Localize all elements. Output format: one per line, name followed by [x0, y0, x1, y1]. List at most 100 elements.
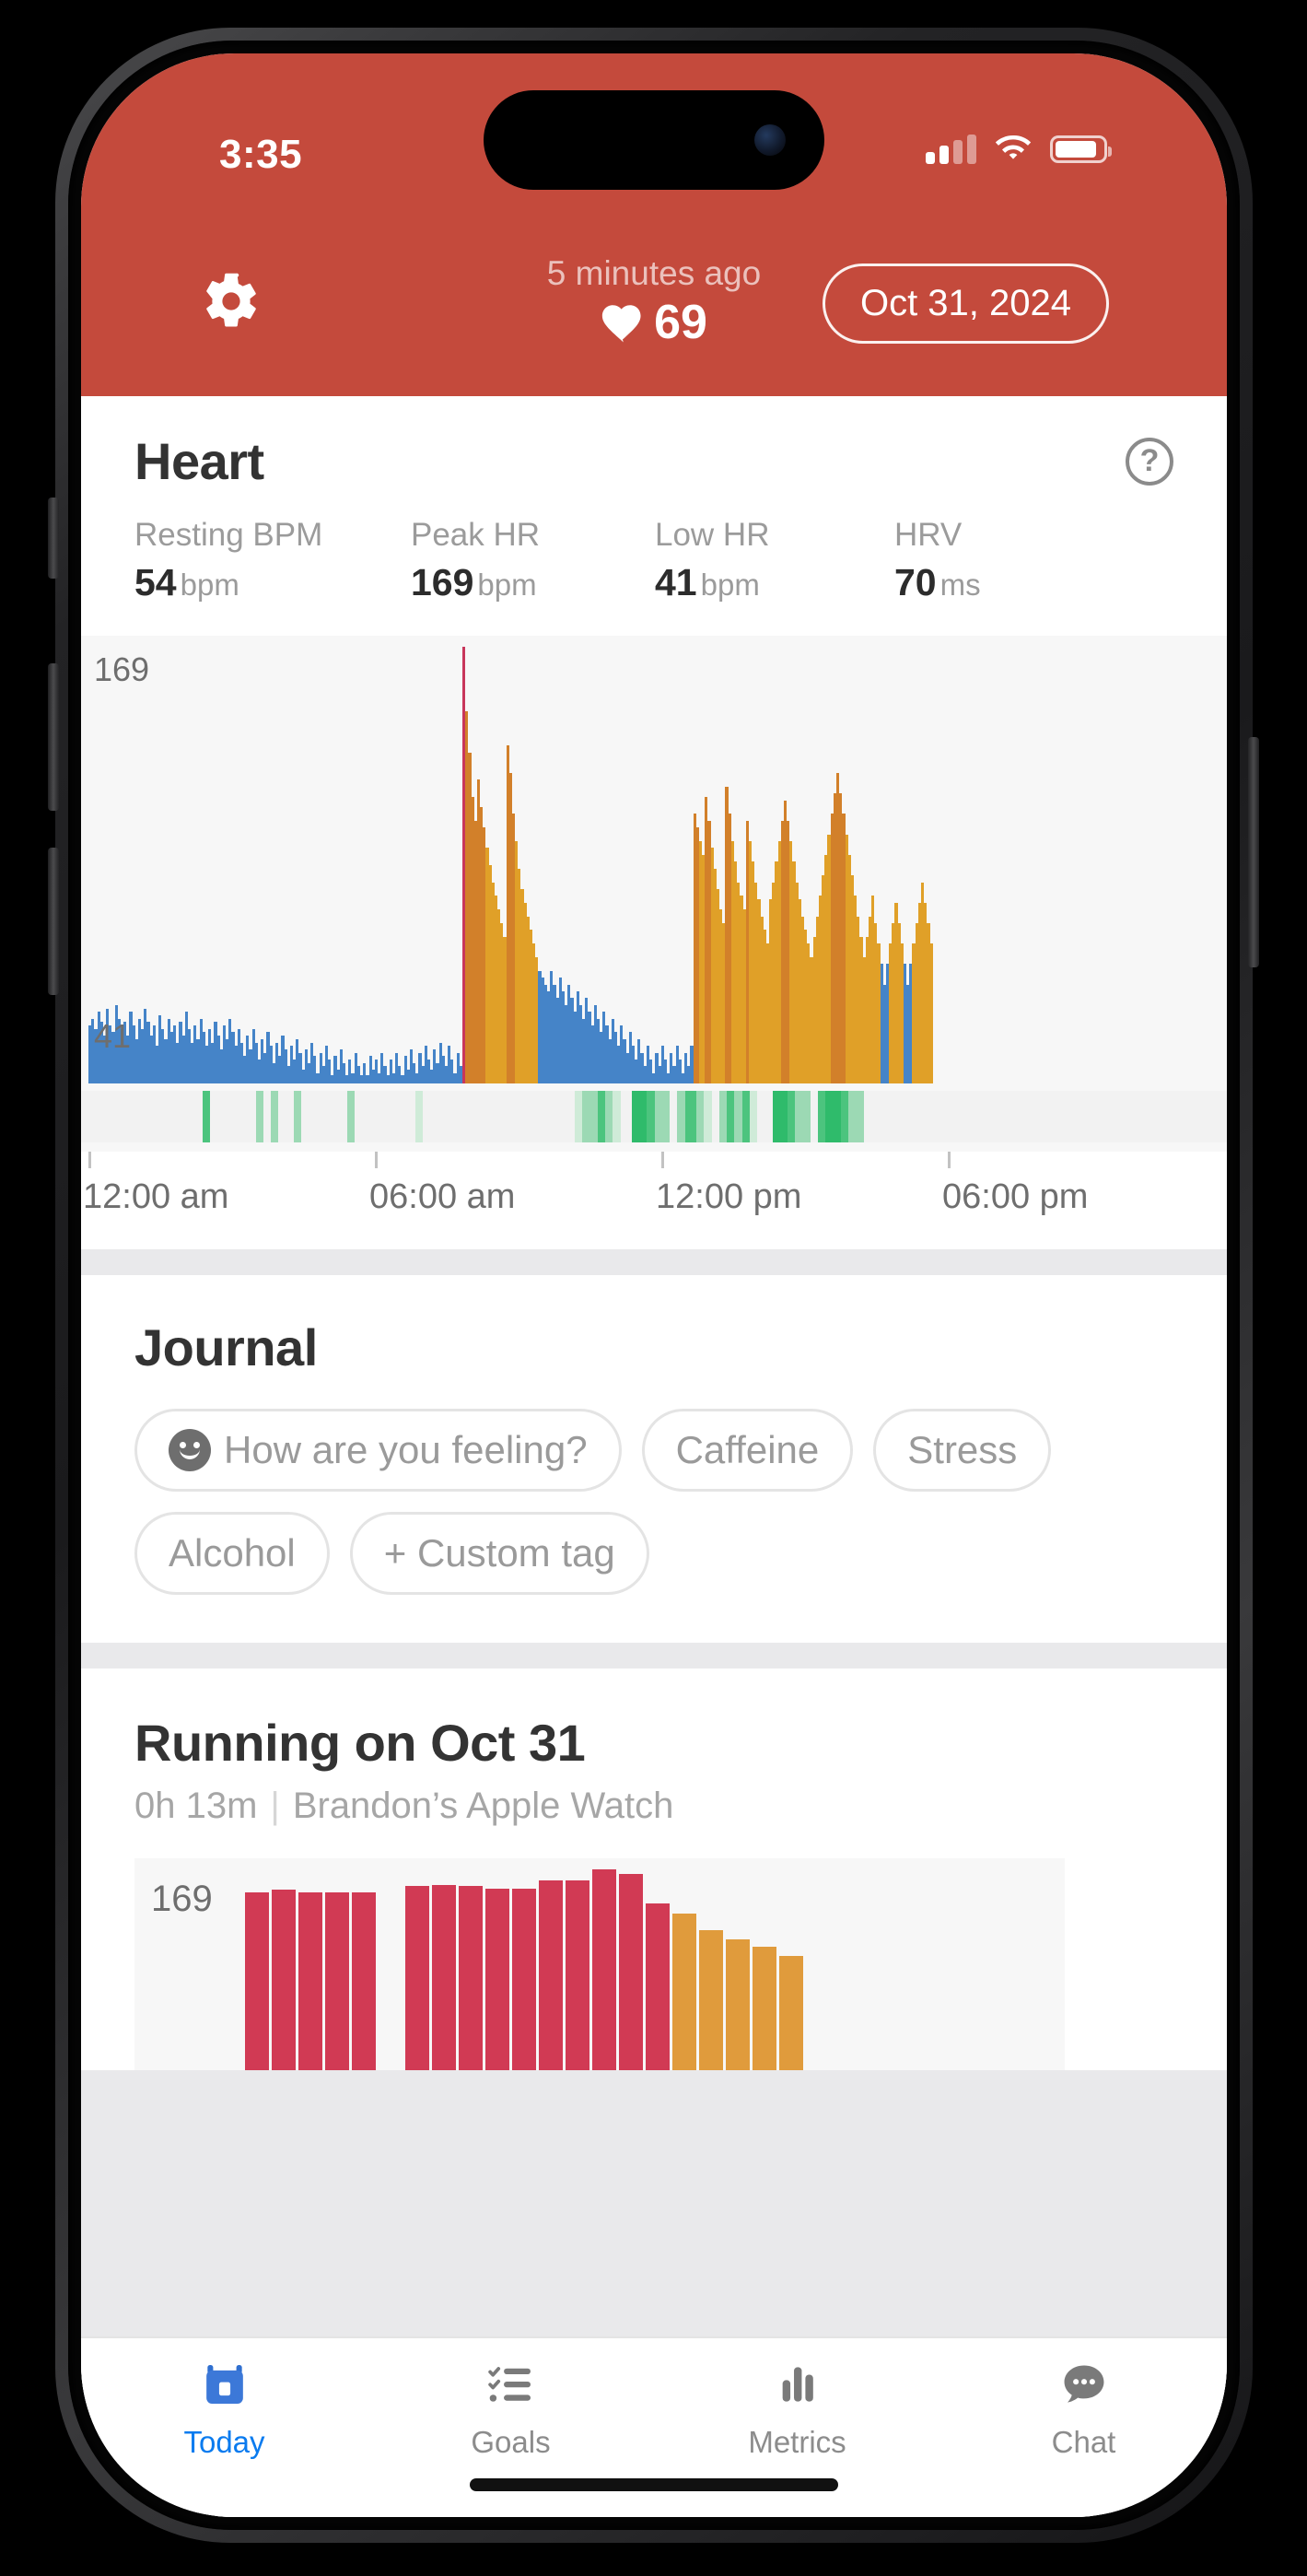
workout-separator: | [270, 1786, 280, 1826]
speech-bubble-icon [1064, 2365, 1103, 2403]
journal-chip-label: + Custom tag [383, 1531, 615, 1575]
workout-heart-rate-chart[interactable]: 169 [134, 1858, 1065, 2070]
stat-label: HRV [894, 517, 963, 553]
chart-y-min-label: 41 [94, 1017, 132, 1055]
day-heart-rate-chart[interactable]: 169 41 [81, 636, 1227, 1152]
workout-source: Brandon’s Apple Watch [292, 1786, 674, 1826]
axis-tick [948, 1152, 951, 1168]
workout-chart-bar [592, 1869, 616, 2070]
workout-chart-bar [325, 1891, 349, 2070]
axis-tick [661, 1152, 664, 1168]
journal-chip-label: Stress [907, 1428, 1018, 1471]
checklist-icon [487, 2367, 531, 2402]
stat-low-hr: Low HR 41 bpm [655, 517, 894, 604]
journal-chips: How are you feeling? Caffeine Stress Alcoho… [134, 1409, 1173, 1595]
stat-value: 54 bpm [134, 561, 239, 603]
journal-chip-how-are-you-feeling[interactable]: How are you feeling? [134, 1409, 622, 1492]
workout-title: Running on Oct 31 [134, 1714, 586, 1772]
workout-chart-bars [245, 1869, 1065, 2070]
journal-chip-caffeine[interactable]: Caffeine [641, 1409, 854, 1492]
volume-down-button[interactable] [48, 848, 59, 995]
cellular-signal-icon [926, 135, 976, 164]
stat-value: 41 bpm [655, 561, 760, 603]
volume-up-button[interactable] [48, 663, 59, 811]
tab-label: Today [183, 2425, 265, 2459]
tab-bar: Today Goals Metrics Chat [81, 2336, 1227, 2517]
power-button[interactable] [1248, 737, 1259, 967]
stat-label: Resting BPM [134, 517, 323, 553]
scroll-content[interactable]: Heart ? Resting BPM 54 bpm Peak HR 169 bpm… [81, 396, 1227, 2517]
workout-subtitle: 0h 13m | Brandon’s Apple Watch [134, 1786, 1173, 1827]
workout-chart-bar [726, 1939, 750, 2070]
wifi-icon [995, 135, 1032, 159]
journal-chip-stress[interactable]: Stress [873, 1409, 1052, 1492]
axis-tick-label: 12:00 am [83, 1177, 229, 1216]
silent-switch[interactable] [48, 498, 59, 579]
workout-chart-bar [753, 1946, 776, 2070]
stat-label: Peak HR [411, 517, 541, 553]
tab-today[interactable]: Today [81, 2359, 368, 2460]
workout-chart-bar [512, 1888, 536, 2070]
workout-duration: 0h 13m [134, 1786, 258, 1826]
status-bar: 3:35 [81, 53, 1227, 238]
tab-label: Metrics [748, 2425, 846, 2459]
home-indicator[interactable] [470, 2478, 838, 2491]
workout-chart-bar [699, 1929, 723, 2070]
gear-icon[interactable] [201, 271, 262, 336]
workout-chart-bar [672, 1913, 696, 2070]
tab-metrics[interactable]: Metrics [654, 2359, 940, 2460]
day-chart-bars [81, 647, 1227, 1083]
tab-label: Goals [471, 2425, 551, 2459]
current-bpm-row: 69 [547, 295, 761, 350]
heart-card-title: Heart [134, 432, 264, 490]
workout-chart-bar [539, 1879, 563, 2070]
status-time: 3:35 [219, 132, 303, 177]
workout-chart-bar [779, 1956, 803, 2070]
chart-x-axis-ticks [81, 1152, 1227, 1172]
last-reading-timestamp: 5 minutes ago [546, 254, 762, 292]
workout-chart-bar [485, 1888, 509, 2070]
workout-card[interactable]: Running on Oct 31 0h 13m | Brandon’s Apple… [81, 1669, 1227, 2070]
journal-chip-alcohol[interactable]: Alcohol [134, 1512, 330, 1595]
workout-chart-bar [619, 1874, 643, 2070]
journal-card: Journal How are you feeling? Caffeine Stre… [81, 1275, 1227, 1643]
battery-icon [1050, 135, 1112, 163]
workout-chart-bar [566, 1879, 589, 2070]
app-header: 5 minutes ago 69 Oct 31, 2024 [81, 238, 1227, 396]
tab-chat[interactable]: Chat [940, 2359, 1227, 2460]
journal-chip-custom-tag[interactable]: + Custom tag [349, 1512, 649, 1595]
journal-chip-label: Alcohol [169, 1531, 296, 1575]
card-divider [81, 1643, 1227, 1669]
axis-tick-label: 06:00 am [369, 1177, 516, 1216]
bar-chart-icon [782, 2367, 813, 2402]
axis-tick-label: 06:00 pm [942, 1177, 1089, 1216]
journal-chip-label: How are you feeling? [224, 1428, 588, 1471]
axis-tick [88, 1152, 91, 1168]
axis-tick-label: 12:00 pm [656, 1177, 802, 1216]
tab-goals[interactable]: Goals [368, 2359, 654, 2460]
stat-hrv: HRV 70 ms [894, 517, 981, 604]
calendar-icon [205, 2365, 243, 2404]
question-mark-icon[interactable]: ? [1126, 437, 1173, 486]
activity-intensity-strip [81, 1091, 1227, 1142]
heart-icon [602, 305, 641, 343]
heart-card: Heart ? Resting BPM 54 bpm Peak HR 169 bpm… [81, 396, 1227, 1249]
smiley-face-icon [169, 1429, 211, 1471]
dynamic-island [484, 90, 824, 190]
stat-value: 70 ms [894, 561, 981, 603]
date-selector-button[interactable]: Oct 31, 2024 [822, 263, 1109, 344]
stat-value: 169 bpm [411, 561, 537, 603]
chart-bar [929, 943, 933, 1083]
journal-chip-label: Caffeine [675, 1428, 820, 1471]
stat-label: Low HR [655, 517, 770, 553]
workout-chart-bar [405, 1886, 429, 2070]
axis-tick [375, 1152, 378, 1168]
stat-resting-bpm: Resting BPM 54 bpm [134, 517, 411, 604]
current-bpm-value: 69 [654, 296, 707, 349]
card-divider [81, 1249, 1227, 1275]
workout-chart-y-max-label: 169 [151, 1879, 213, 1919]
stat-peak-hr: Peak HR 169 bpm [411, 517, 655, 604]
workout-chart-bar [298, 1891, 322, 2070]
phone-screen: 3:35 5 minutes ago 69 Oct 31, 2024 Heart… [81, 53, 1227, 2517]
workout-chart-bar [459, 1886, 483, 2070]
